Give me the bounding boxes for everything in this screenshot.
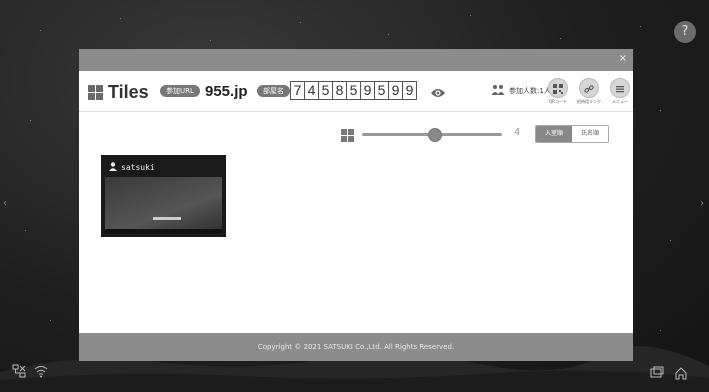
sort-by-join-order[interactable]: 入室順 (536, 126, 572, 142)
eye-icon[interactable] (430, 84, 446, 103)
tile-header: satsuki (109, 162, 155, 173)
network-icon[interactable] (12, 364, 26, 378)
header: Tiles 参加URL 955.jp 部屋名 7 4 5 8 5 9 5 9 9… (79, 71, 633, 111)
room-digit: 9 (389, 82, 403, 99)
hamburger-icon (615, 79, 625, 98)
slider-thumb[interactable] (427, 128, 442, 142)
logo-text: Tiles (108, 82, 149, 102)
window-titlebar: × (79, 49, 633, 71)
room-digit: 9 (405, 82, 414, 98)
preview-taskbar (105, 229, 222, 233)
participant-count: 参加人数:1人 (491, 84, 551, 98)
tiles-window: × Tiles 参加URL 955.jp 部屋名 7 4 5 8 5 9 5 9… (79, 49, 633, 361)
chevron-left-icon[interactable]: ‹ (3, 198, 7, 209)
user-icon (109, 162, 117, 173)
system-tray-right (650, 366, 688, 380)
participant-label: 参加人数:1人 (509, 87, 551, 95)
room-digit: 5 (319, 82, 333, 99)
invite-link-label: 招待用リンク (577, 99, 601, 104)
wifi-icon[interactable] (34, 364, 48, 378)
qr-code-label: QRコード (549, 99, 567, 104)
room-digit: 7 (291, 82, 305, 99)
close-icon[interactable]: × (619, 53, 627, 65)
help-button[interactable]: ? (674, 21, 696, 43)
room-digit: 4 (305, 82, 319, 99)
logo: Tiles (88, 82, 149, 103)
preview-window (153, 217, 181, 220)
url-badge: 参加URL (160, 85, 200, 97)
sort-toggle: 入室順 氏名順 (535, 125, 609, 143)
sort-by-name[interactable]: 氏名順 (572, 126, 608, 142)
people-icon (491, 84, 505, 98)
menu-label: メニュー (612, 99, 628, 104)
chevron-right-icon[interactable]: › (700, 198, 704, 209)
qr-code-button[interactable] (548, 78, 568, 98)
qr-code-icon (553, 79, 563, 98)
link-icon (584, 79, 594, 98)
participant-name: satsuki (121, 163, 155, 172)
home-icon[interactable] (674, 366, 688, 380)
room-number: 7 4 5 8 5 9 5 9 9 (290, 81, 417, 100)
room-digit: 9 (361, 82, 375, 99)
invite-link-button[interactable] (579, 78, 599, 98)
footer: Copyright © 2021 SATSUKI Co.,Ltd. All Ri… (79, 333, 633, 361)
room-digit: 8 (333, 82, 347, 99)
grid-icon (341, 129, 354, 142)
room-badge: 部屋名 (257, 85, 290, 97)
tiles-logo-icon (88, 85, 103, 100)
header-divider (79, 111, 633, 112)
join-url[interactable]: 955.jp (205, 83, 248, 100)
shared-screen-preview (105, 177, 222, 233)
screen-icon[interactable] (650, 366, 664, 380)
system-tray-left (12, 364, 48, 378)
menu-button[interactable] (610, 78, 630, 98)
room-digit: 5 (347, 82, 361, 99)
tile-size-value: 4 (514, 127, 521, 138)
participant-tile[interactable]: satsuki (101, 155, 226, 237)
room-digit: 5 (375, 82, 389, 99)
